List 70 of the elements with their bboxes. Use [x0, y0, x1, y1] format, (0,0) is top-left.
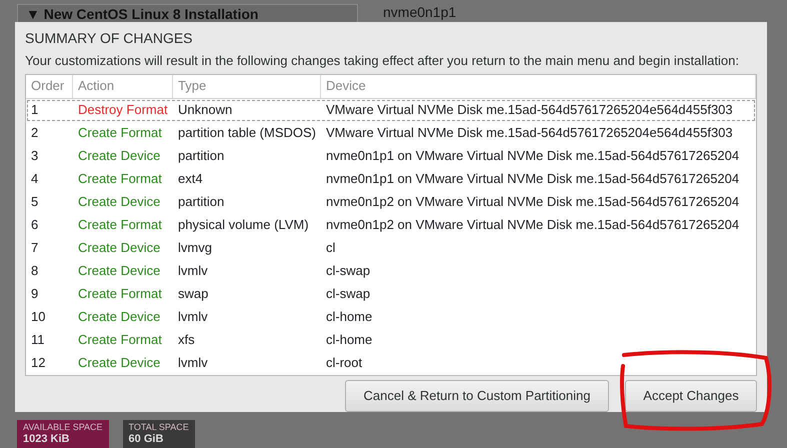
tile-label: AVAILABLE SPACE — [23, 422, 103, 433]
table-cell-text: cl-swap — [325, 263, 372, 280]
table-row[interactable]: 3 Create Device partition nvme0n1p1 on VMware Virtual NVMe Disk me.15ad-564d57617265204 — [26, 145, 756, 168]
table-cell-text: ext4 — [177, 171, 204, 188]
table-cell-text: Unknown — [177, 102, 234, 119]
table-cell-text: 11 — [30, 332, 46, 349]
table-cell-text: 5 — [30, 194, 40, 211]
table-cell-text: partition — [177, 148, 226, 165]
table-cell-text: physical volume (LVM) — [177, 217, 310, 234]
table-cell-text: nvme0n1p2 on VMware Virtual NVMe Disk me.15ad-564d57617265204 — [325, 217, 740, 234]
table-cell-text: nvme0n1p1 on VMware Virtual NVMe Disk me.15ad-564d57617265204 — [325, 148, 740, 165]
table-row[interactable]: 6 Create Format physical volume (LVM) nvme0n1p2 on VMware Virtual NVMe Disk me.15ad-564d57617265204 — [26, 214, 756, 237]
table-cell-text: Create Device — [77, 240, 162, 257]
table-cell-text: Create Device — [77, 263, 162, 280]
table-cell-text: xfs — [177, 332, 196, 349]
table-cell-text: 2 — [30, 125, 40, 142]
table-cell-text: 8 — [30, 263, 40, 280]
table-cell-text: cl-home — [325, 309, 374, 326]
tile-value: 1023 KiB — [23, 433, 70, 446]
table-row[interactable]: 9 Create Format swap cl-swap — [26, 283, 756, 306]
table-cell-text: partition — [177, 194, 226, 211]
cancel-button[interactable]: Cancel & Return to Custom Partitioning — [345, 380, 609, 412]
table-cell-text: Create Device — [77, 309, 162, 326]
table-cell-text: lvmlv — [177, 263, 209, 280]
table-cell-text: 7 — [30, 240, 40, 257]
table-cell-text: cl — [325, 240, 336, 257]
table-cell-text: 4 — [30, 171, 40, 188]
table-row[interactable]: 7 Create Device lvmvg cl — [26, 237, 756, 260]
table-cell-text: VMware Virtual NVMe Disk me.15ad-564d57617265204e564d455f303 — [325, 102, 734, 119]
table-row[interactable]: 12 Create Device lvmlv cl-root — [26, 352, 756, 375]
table-cell-text: lvmlv — [177, 355, 209, 372]
table-cell-text: 12 — [30, 355, 46, 372]
table-cell-text: swap — [177, 286, 210, 303]
tile-value: 60 GiB — [128, 433, 164, 446]
device-name: nvme0n1p1 — [383, 4, 456, 20]
table-cell-text: 3 — [30, 148, 40, 165]
accept-button[interactable]: Accept Changes — [625, 380, 757, 412]
dialog-description: Your customizations will result in the following changes taking effect after you return to the main menu and begin installation: — [25, 53, 740, 69]
table-cell-text: 10 — [30, 309, 46, 326]
table-row[interactable]: 11 Create Format xfs cl-home — [26, 329, 756, 352]
table-cell-text: Create Format — [77, 332, 163, 349]
dialog-title: SUMMARY OF CHANGES — [25, 30, 194, 47]
table-row[interactable]: 4 Create Format ext4 nvme0n1p1 on VMware Virtual NVMe Disk me.15ad-564d57617265204 — [26, 168, 756, 191]
table-cell-text: Create Device — [77, 148, 162, 165]
table-cell-text: cl-swap — [325, 286, 372, 303]
table-cell-text: 9 — [30, 286, 40, 303]
table-cell-text: Create Format — [77, 286, 163, 303]
table-cell-text: nvme0n1p2 on VMware Virtual NVMe Disk me.15ad-564d57617265204 — [325, 194, 740, 211]
table-row[interactable]: 5 Create Device partition nvme0n1p2 on VMware Virtual NVMe Disk me.15ad-564d57617265204 — [26, 191, 756, 214]
table-row[interactable]: 1 Destroy Format Unknown VMware Virtual NVMe Disk me.15ad-564d57617265204e564d455f303 — [26, 99, 756, 122]
table-cell-text: Create Format — [77, 125, 163, 142]
table-cell-text: 1 — [30, 102, 40, 119]
table-cell-text: lvmvg — [177, 240, 213, 257]
table-row[interactable]: 8 Create Device lvmlv cl-swap — [26, 260, 756, 283]
table-cell-text: Destroy Format — [77, 102, 169, 119]
table-cell-text: cl-home — [325, 332, 374, 349]
table-cell-text: Create Device — [77, 194, 162, 211]
table-cell-text: 6 — [30, 217, 40, 234]
table-cell-text: VMware Virtual NVMe Disk me.15ad-564d57617265204e564d455f303 — [325, 125, 734, 142]
table-cell-text: Create Format — [77, 217, 163, 234]
table-cell-text: partition table (MSDOS) — [177, 125, 317, 142]
table-row[interactable]: 2 Create Format partition table (MSDOS) VMware Virtual NVMe Disk me.15ad-564d57617265204e564d455f303 — [26, 122, 756, 145]
table-cell-text: Create Format — [77, 171, 163, 188]
table-cell-text: nvme0n1p1 on VMware Virtual NVMe Disk me.15ad-564d57617265204 — [325, 171, 740, 188]
table-cell-text: Create Device — [77, 355, 162, 372]
table-cell-text: lvmlv — [177, 309, 209, 326]
tile-label: TOTAL SPACE — [128, 422, 189, 433]
section-title: New CentOS Linux 8 Installation — [44, 6, 258, 22]
table-cell-text: cl-root — [325, 355, 364, 372]
table-row[interactable]: 10 Create Device lvmlv cl-home — [26, 306, 756, 329]
